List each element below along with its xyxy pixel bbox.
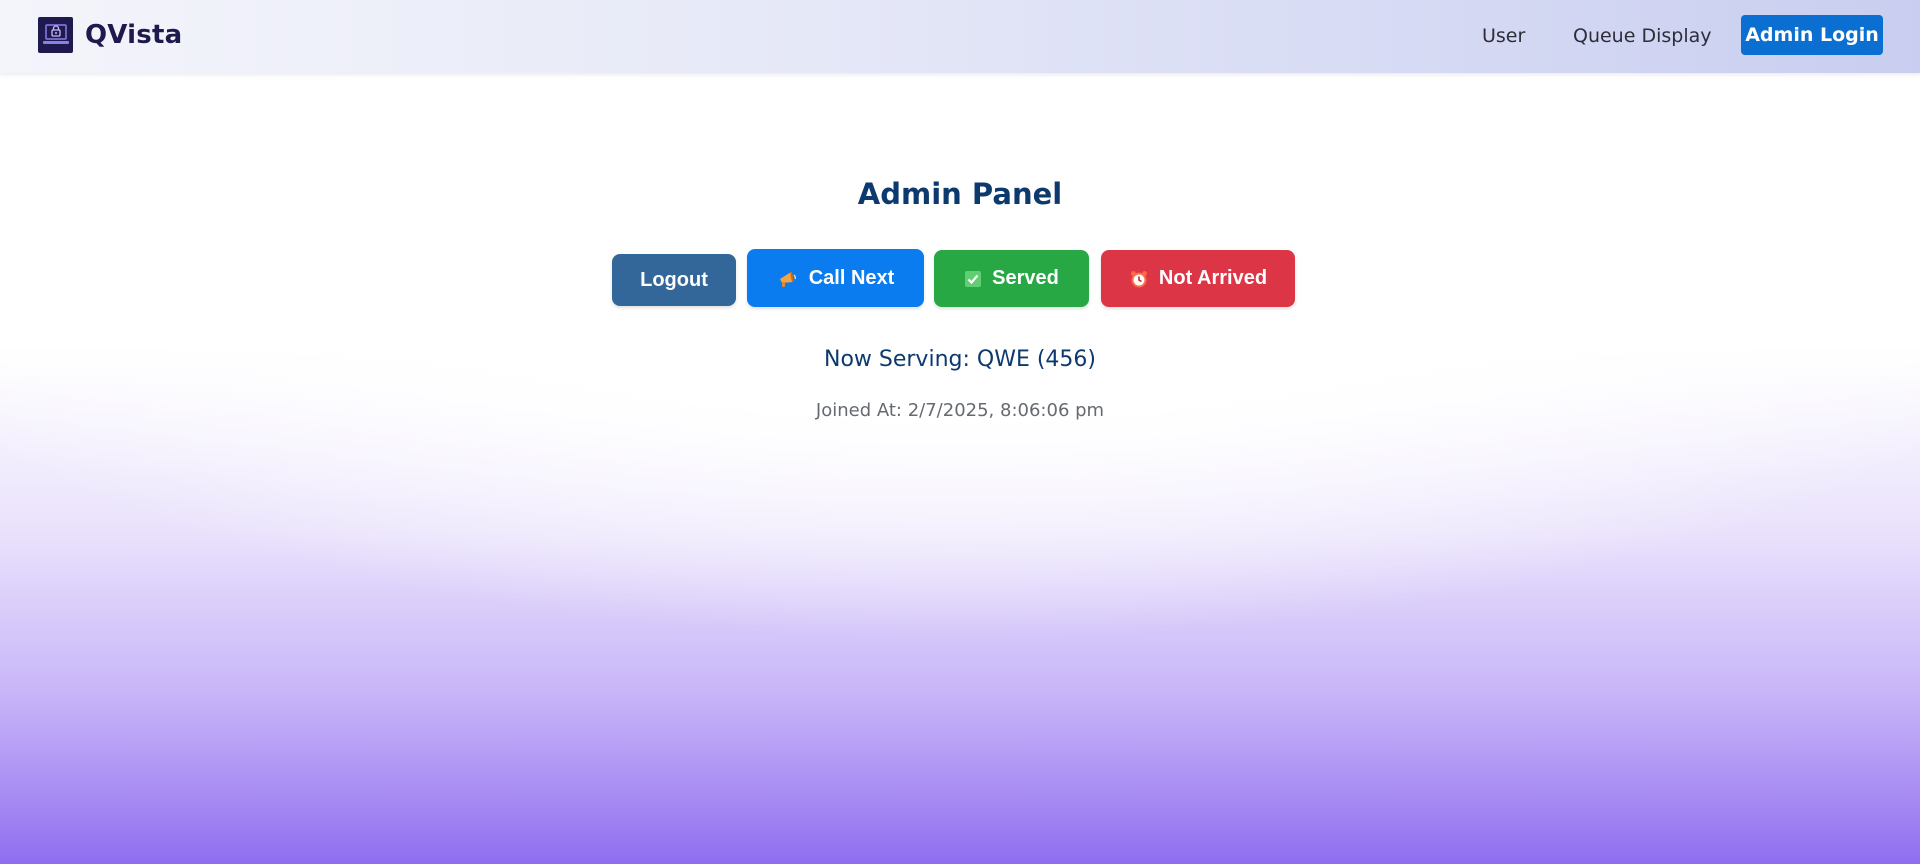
laptop-lock-icon xyxy=(38,17,73,53)
alarm-clock-icon xyxy=(1129,269,1149,289)
not-arrived-button[interactable]: Not Arrived xyxy=(1101,250,1295,307)
call-next-label: Call Next xyxy=(808,266,895,289)
top-navbar: QVista User Queue Display Admin Login xyxy=(0,0,1920,73)
nav-link-user[interactable]: User xyxy=(1482,25,1525,47)
brand-name: QVista xyxy=(85,20,183,50)
admin-login-button[interactable]: Admin Login xyxy=(1741,15,1883,55)
admin-panel: Admin Panel Logout Call Next Served Not … xyxy=(0,73,1920,864)
nav-link-queue-display[interactable]: Queue Display xyxy=(1573,25,1712,47)
call-next-button[interactable]: Call Next xyxy=(747,249,924,307)
logout-button[interactable]: Logout xyxy=(612,254,736,306)
brand[interactable]: QVista xyxy=(38,17,182,53)
not-arrived-label: Not Arrived xyxy=(1158,267,1268,289)
served-label: Served xyxy=(992,267,1059,289)
now-serving-text: Now Serving: QWE (456) xyxy=(823,347,1096,372)
joined-at-text: Joined At: 2/7/2025, 8:06:06 pm xyxy=(815,400,1105,421)
megaphone-icon xyxy=(777,267,799,289)
page-title: Admin Panel xyxy=(857,177,1063,211)
logout-label: Logout xyxy=(640,268,708,291)
check-box-icon xyxy=(964,270,982,288)
served-button[interactable]: Served xyxy=(934,250,1089,307)
